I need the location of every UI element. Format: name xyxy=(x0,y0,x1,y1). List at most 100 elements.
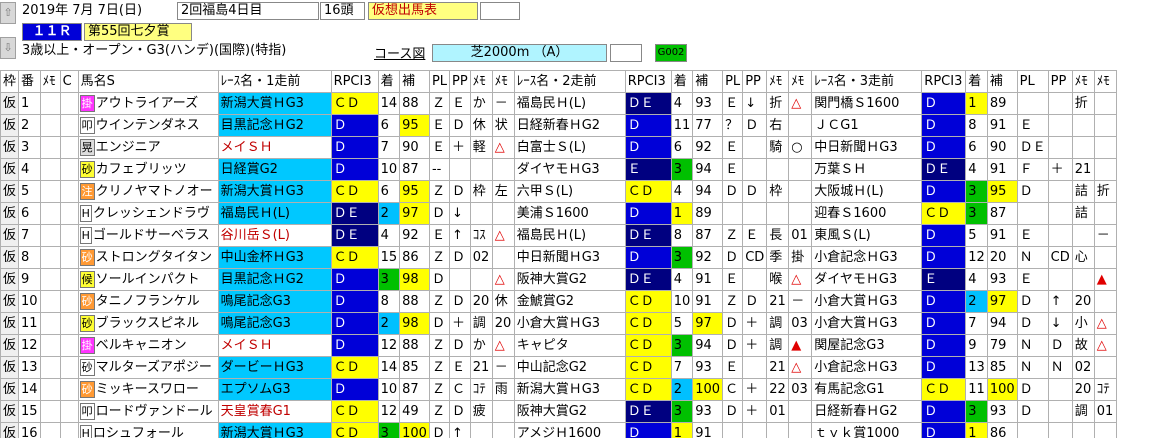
race-name-p3[interactable]: ｔｖｋ賞1000 xyxy=(811,422,923,438)
col-c[interactable]: C xyxy=(59,70,79,93)
col-m1b[interactable]: ﾒﾓ xyxy=(491,70,515,93)
memo-b-p3[interactable]: ｺﾃ xyxy=(1093,378,1117,401)
memo-a-p1[interactable]: 軽 xyxy=(469,136,493,159)
table-row[interactable]: 仮 12 掛ベルキャニオン メイＳＨ Ｄ 12 88 Ｚ Ｄ か △ キャピタ ＣＤ 3 94 Ｄ ＋調 ▲ 関屋記… xyxy=(0,334,1117,357)
race-name-p3[interactable]: 小倉記念ＨG3 xyxy=(811,246,923,269)
memo-b-p1[interactable] xyxy=(491,246,515,269)
memo-b-p3[interactable]: △ xyxy=(1093,312,1117,335)
race-name-p3[interactable]: 関門橋Ｓ1600 xyxy=(811,92,923,115)
memo-b-p2[interactable]: ○ xyxy=(788,136,813,159)
horse-name-cell[interactable]: 叩ウインテンダネス xyxy=(77,114,219,137)
memo-a-p2[interactable]: 21 xyxy=(766,356,790,379)
table-row[interactable]: 仮 6 H クレッシェンドラヴ 福島民Ｈ(L) ＤＥ 2 97 Ｄ ↓ 美浦Ｓ1600 Ｄ 1 89 迎春Ｓ… xyxy=(0,202,1117,225)
memo-a-p2[interactable]: 喉 xyxy=(766,268,790,291)
col-pp1[interactable]: PP xyxy=(449,70,471,93)
course-blank-field[interactable] xyxy=(610,44,642,62)
memo-cell[interactable] xyxy=(39,158,61,181)
horse-name-cell[interactable]: 砂ブラックスピネル xyxy=(77,312,219,335)
memo-a-p3[interactable]: 20 xyxy=(1071,378,1095,401)
memo-a-p1[interactable] xyxy=(469,202,493,225)
race-name-p1[interactable]: 天皇賞春G1 xyxy=(217,400,332,423)
memo-cell[interactable] xyxy=(39,268,61,291)
race-name-p1[interactable]: 日経賞G2 xyxy=(217,158,332,181)
table-row[interactable]: 仮 7 H ゴールドサーベラス 谷川岳Ｓ(L) ＤＥ 4 92 Ｅ ↑ ｺｽ △ 福島民Ｈ(L) ＤＥ 8 8… xyxy=(0,224,1117,247)
col-rpci3[interactable]: RPCI3 xyxy=(921,70,967,93)
race-name-p1[interactable]: 福島民Ｈ(L) xyxy=(217,202,332,225)
memo-b-p2[interactable] xyxy=(788,422,813,438)
memo-b-p1[interactable] xyxy=(491,158,515,181)
memo-a-p2[interactable]: 季 xyxy=(766,246,790,269)
mode-blank-field[interactable] xyxy=(480,2,520,20)
table-row[interactable]: 仮 3 晃エンジニア メイＳＨ Ｄ 7 90 Ｅ ＋軽 △ 白富士Ｓ(L) Ｄ 6 92 Ｅ 騎 ○ 中日新聞ＨG… xyxy=(0,136,1117,159)
memo-a-p1[interactable] xyxy=(469,268,493,291)
memo-b-p3[interactable] xyxy=(1093,202,1117,225)
race-name-p1[interactable]: メイＳＨ xyxy=(217,136,332,159)
horse-name-cell[interactable]: 候ソールインパクト xyxy=(77,268,219,291)
memo-b-p1[interactable] xyxy=(491,400,515,423)
memo-cell[interactable] xyxy=(39,334,61,357)
memo-b-p1[interactable]: △ xyxy=(491,136,515,159)
memo-cell[interactable] xyxy=(39,378,61,401)
horse-name-cell[interactable]: H ゴールドサーベラス xyxy=(77,224,219,247)
memo-b-p2[interactable]: 03 xyxy=(788,312,813,335)
race-name-p1[interactable]: 谷川岳Ｓ(L) xyxy=(217,224,332,247)
memo-cell[interactable] xyxy=(39,312,61,335)
memo-b-p1[interactable]: 20 xyxy=(491,312,515,335)
horse-name-cell[interactable]: 叩ロードヴァンドール xyxy=(77,400,219,423)
race-name-p1[interactable]: 新潟大賞ＨG3 xyxy=(217,422,332,438)
memo-cell[interactable] xyxy=(39,246,61,269)
race-name-p2[interactable]: 福島民Ｈ(L) xyxy=(513,224,626,247)
col-pl1[interactable]: PL xyxy=(428,70,451,93)
col-m3b[interactable]: ﾒﾓ xyxy=(1093,70,1117,93)
race-name-p3[interactable]: 小倉大賞ＨG3 xyxy=(811,290,923,313)
memo-b-p2[interactable] xyxy=(788,180,813,203)
col-ho3[interactable]: 補 xyxy=(986,70,1018,93)
col-pp2[interactable]: PP xyxy=(742,70,768,93)
memo-a-p2[interactable] xyxy=(766,158,790,181)
col-memo[interactable]: ﾒﾓ xyxy=(39,70,61,93)
memo-b-p1[interactable]: 休 xyxy=(491,290,515,313)
memo-b-p3[interactable]: △ xyxy=(1093,334,1117,357)
table-row[interactable]: 仮 16 H ロシュフォール 新潟大賞ＨG3 ＣＤ 3 100 Ｄ ↑ アメジＨ1600 Ｄ 1 91 ｔｖ… xyxy=(0,422,1117,438)
memo-a-p2[interactable]: 調 xyxy=(766,334,790,357)
race-name-p2[interactable]: 中山記念G2 xyxy=(513,356,626,379)
next-race-arrow-icon[interactable]: ⇩ xyxy=(0,37,16,59)
memo-a-p2[interactable]: 21 xyxy=(766,290,790,313)
col-rpci2[interactable]: RPCI3 xyxy=(624,70,672,93)
table-row[interactable]: 仮 15 叩ロードヴァンドール 天皇賞春G1 ＣＤ 12 49 Ｚ Ｄ 疲阪神大賞G2 ＤＥ 3 93 Ｄ… xyxy=(0,400,1117,423)
memo-cell[interactable] xyxy=(39,422,61,438)
memo-b-p3[interactable] xyxy=(1093,136,1117,159)
col-race3[interactable]: ﾚｰｽ名・3走前 xyxy=(811,70,923,93)
memo-a-p1[interactable]: 休 xyxy=(469,114,493,137)
col-m1a[interactable]: ﾒﾓ xyxy=(469,70,493,93)
race-name-p2[interactable]: キャピタ xyxy=(513,334,626,357)
col-name[interactable]: 馬名S xyxy=(77,70,219,93)
horse-name-cell[interactable]: 砂ストロングタイタン xyxy=(77,246,219,269)
memo-b-p3[interactable]: 01 xyxy=(1093,400,1117,423)
col-pl3[interactable]: PL xyxy=(1016,70,1049,93)
memo-a-p2[interactable]: 右 xyxy=(766,114,790,137)
race-name-p3[interactable]: 中日新聞ＨG3 xyxy=(811,136,923,159)
memo-b-p2[interactable]: △ xyxy=(788,268,813,291)
col-race1[interactable]: ﾚｰｽ名・1走前 xyxy=(217,70,332,93)
table-row[interactable]: 仮 14 砂ミッキースワロー エプソムG3 Ｄ 10 87 Ｚ Ｃ ｺﾃ雨新潟大賞ＨG3 ＣＤ 2 10… xyxy=(0,378,1117,401)
memo-a-p3[interactable] xyxy=(1071,268,1095,291)
memo-a-p3[interactable] xyxy=(1071,422,1095,438)
race-name-p2[interactable]: 六甲Ｓ(L) xyxy=(513,180,626,203)
col-rpci1[interactable]: RPCI3 xyxy=(330,70,379,93)
memo-b-p2[interactable]: △ xyxy=(788,356,813,379)
memo-b-p2[interactable]: △ xyxy=(788,92,813,115)
race-name-p3[interactable]: 東風Ｓ(L) xyxy=(811,224,923,247)
memo-a-p2[interactable]: 折 xyxy=(766,92,790,115)
course-map-link[interactable]: コース図 xyxy=(374,47,425,63)
race-name-p2[interactable]: 新潟大賞ＨG3 xyxy=(513,378,626,401)
memo-a-p1[interactable]: 枠 xyxy=(469,180,493,203)
race-name-p1[interactable]: メイＳＨ xyxy=(217,334,332,357)
memo-a-p3[interactable]: 折 xyxy=(1071,92,1095,115)
memo-b-p2[interactable]: － xyxy=(788,290,813,313)
col-ho2[interactable]: 補 xyxy=(692,70,724,93)
memo-b-p1[interactable]: － xyxy=(491,356,515,379)
memo-a-p1[interactable]: ｺｽ xyxy=(469,224,493,247)
horse-name-cell[interactable]: H ロシュフォール xyxy=(77,422,219,438)
table-row[interactable]: 仮 1 掛アウトライアーズ 新潟大賞ＨG3 ＣＤ 14 88 Ｚ Ｅ か－福島民Ｈ(L) ＤＥ 4 93… xyxy=(0,92,1117,115)
